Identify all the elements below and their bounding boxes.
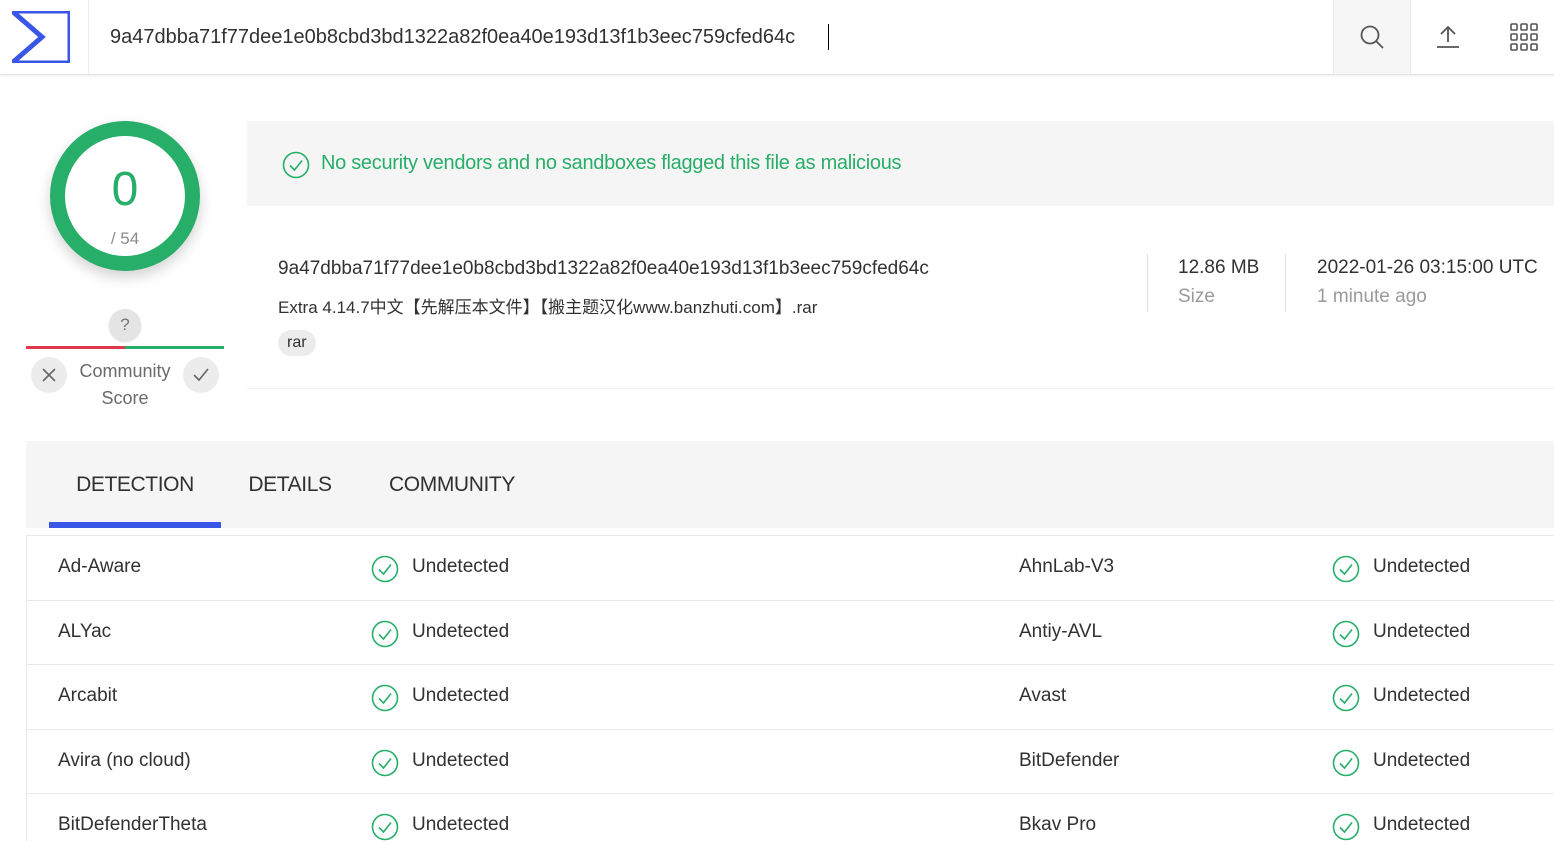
table-row: Ad-Aware Undetected AhnLab-V3 Undetected (26, 535, 1554, 600)
detection-result: Undetected (1373, 556, 1471, 577)
vendor-name: Antiy-AVL (1019, 620, 1103, 642)
table-row: ALYac Undetected Antiy-AVL Undetected (26, 599, 1554, 665)
divider (1285, 254, 1286, 312)
upload-icon (1437, 25, 1459, 48)
check-circle-icon (1332, 684, 1360, 717)
tab-bar: DETECTION DETAILS COMMUNITY (26, 441, 1554, 528)
upload-button[interactable] (1410, 0, 1486, 74)
detection-total: / 54 (110, 229, 140, 248)
check-circle-icon (371, 684, 399, 717)
analysis-date-ago: 1 minute ago (1317, 286, 1427, 307)
tab-community[interactable]: COMMUNITY (359, 441, 545, 528)
check-circle-icon (371, 749, 399, 782)
vendor-name: BitDefender (1019, 749, 1120, 771)
check-circle-icon (1332, 813, 1360, 846)
community-score-label: Community Score (70, 358, 180, 412)
file-name: Extra 4.14.7中文【先解压本文件】【搬主题汉化www.banzhuti… (278, 298, 818, 317)
vendor-name: AhnLab-V3 (1019, 556, 1115, 577)
vendor-name: Avast (1019, 685, 1067, 706)
text-cursor (828, 24, 829, 50)
vendor-name: BitDefenderTheta (58, 814, 207, 835)
file-type-tag[interactable]: rar (278, 330, 316, 356)
detection-result: Undetected (1373, 685, 1471, 706)
vote-harmless-button[interactable] (183, 357, 219, 393)
vote-malicious-button[interactable] (31, 357, 67, 393)
divider (1147, 254, 1148, 312)
detection-result: Undetected (1373, 620, 1471, 642)
detection-count: 0 (111, 163, 139, 216)
community-bar-positive (125, 346, 224, 349)
check-circle-icon (371, 620, 399, 653)
community-label-line1: Community (79, 361, 171, 381)
check-circle-icon (282, 151, 310, 179)
vendor-name: ALYac (58, 620, 112, 642)
table-row: Avira (no cloud) Undetected BitDefender Und… (26, 728, 1554, 794)
community-label-line2: Score (101, 388, 149, 408)
close-icon (42, 368, 56, 382)
file-size-label: Size (1178, 286, 1215, 307)
search-input[interactable] (110, 22, 1310, 52)
search-button[interactable] (1333, 0, 1411, 74)
vendor-name: Ad-Aware (58, 556, 142, 577)
check-circle-icon (1332, 749, 1360, 782)
table-row: Arcabit Undetected Avast Undetected (26, 664, 1554, 729)
logo[interactable] (0, 0, 89, 74)
vendor-name: Avira (no cloud) (58, 749, 191, 771)
analysis-date-value: 2022-01-26 03:15:00 UTC (1317, 257, 1538, 278)
community-bar-negative (26, 346, 125, 349)
verdict-banner: No security vendors and no sandboxes fla… (247, 121, 1554, 206)
check-circle-icon (1332, 620, 1360, 653)
apps-menu-button[interactable] (1486, 0, 1554, 74)
detection-result: Undetected (412, 556, 510, 577)
active-tab-indicator (49, 522, 221, 528)
check-circle-icon (371, 813, 399, 846)
tab-detection[interactable]: DETECTION (49, 441, 221, 528)
vendor-name: Arcabit (58, 685, 118, 706)
sigma-logo-icon (12, 11, 70, 63)
search-icon (1360, 25, 1384, 49)
detection-result: Undetected (412, 620, 510, 642)
detection-score-ring: 0 / 54 (50, 121, 200, 271)
table-row: BitDefenderTheta Undetected Bkav Pro Undete… (26, 793, 1554, 858)
top-bar (0, 0, 1554, 75)
detection-score-inner: 0 / 54 (65, 136, 185, 256)
vendor-name: Bkav Pro (1019, 814, 1097, 835)
detection-result: Undetected (412, 749, 510, 771)
detection-result: Undetected (412, 814, 510, 835)
verdict-text: No security vendors and no sandboxes fla… (321, 152, 902, 174)
file-info-panel: 9a47dbba71f77dee1e0b8cbd3bd1322a82f0ea40… (247, 206, 1554, 389)
check-icon (193, 368, 209, 382)
check-circle-icon (1332, 555, 1360, 588)
check-circle-icon (371, 555, 399, 588)
detection-result: Undetected (1373, 749, 1471, 771)
tab-details[interactable]: DETAILS (221, 441, 359, 528)
apps-grid-icon (1510, 23, 1538, 51)
file-size-value: 12.86 MB (1178, 257, 1260, 278)
file-hash: 9a47dbba71f77dee1e0b8cbd3bd1322a82f0ea40… (278, 258, 929, 279)
community-score-badge: ? (109, 309, 141, 341)
detection-result: Undetected (412, 685, 510, 706)
detection-result: Undetected (1373, 814, 1471, 835)
